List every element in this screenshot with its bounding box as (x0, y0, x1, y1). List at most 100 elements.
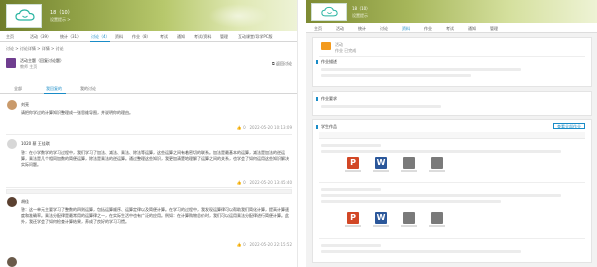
tab-activities[interactable]: 活动（39） (30, 34, 51, 40)
like-icon[interactable]: 👍 (237, 180, 242, 185)
right-panel: 18（10） 设置提示 主页 活动 统计 讨论 资料 作业 考试 通知 管理 活… (306, 0, 597, 267)
tab-homework[interactable]: 作业（8） (132, 34, 151, 40)
tab-notice[interactable]: 通知 (177, 34, 185, 40)
avatar[interactable] (7, 100, 17, 110)
filter-all[interactable]: 全部 (14, 86, 22, 92)
avatar[interactable] (7, 197, 17, 207)
file-name (401, 170, 417, 172)
text-placeholder (321, 150, 561, 153)
tab-exam[interactable]: 考试 (160, 34, 168, 40)
view-all-button[interactable]: 查看全部作业 (553, 123, 585, 129)
activity-meta: 作业 已完成 (335, 48, 357, 53)
post-author[interactable]: 1020 蔡 王佳琪 (21, 141, 50, 147)
image-icon (431, 212, 443, 224)
post-footer: 👍 0 2022-05-20 22:15:52 (237, 242, 292, 247)
discussion-filter-tabs: 全部 我回复的 我的讨论 (0, 83, 297, 94)
post-time: 2022-05-20 10:13:09 (249, 125, 292, 130)
course-logo[interactable] (311, 3, 347, 21)
divider (319, 238, 585, 239)
file-name (401, 225, 417, 227)
like-count: 0 (243, 242, 246, 247)
active-filter-indicator (44, 93, 66, 94)
course-nav-tabs: 主页 活动（39） 统计（31） 讨论（4） 资料 作业（8） 考试 通知 考试… (0, 31, 297, 42)
course-nav-tabs: 主页 活动 统计 讨论 资料 作业 考试 通知 管理 (306, 23, 597, 33)
course-logo[interactable] (6, 4, 42, 28)
divider (319, 182, 585, 183)
post-body: 答：这一单元主要学习了整数的四则运算，包括运算顺序、运算定律以及简便计算。在学习… (21, 207, 289, 224)
file-name (345, 170, 361, 172)
attachment-list: P W (345, 212, 545, 234)
filter-my-discussions[interactable]: 我的讨论 (80, 86, 96, 92)
post-time: 2022-05-20 22:15:52 (249, 242, 292, 247)
post-time: 2022-05-20 13:45:40 (249, 180, 292, 185)
image-icon (403, 157, 415, 169)
like-icon[interactable]: 👍 (237, 242, 242, 247)
text-placeholder (321, 250, 521, 253)
post-author[interactable]: 胡佳 (21, 199, 29, 205)
text-placeholder (321, 105, 441, 108)
like-icon[interactable]: 👍 (237, 125, 242, 130)
return-button-label: 返回讨论 (276, 61, 292, 66)
image-icon (431, 157, 443, 169)
tab-manage[interactable]: 管理 (220, 34, 228, 40)
tab-materials[interactable]: 资料 (115, 34, 123, 40)
tab-materials[interactable]: 资料 (402, 26, 410, 32)
image-file[interactable] (429, 157, 445, 175)
word-icon: W (375, 157, 387, 169)
ppt-file[interactable]: P (345, 212, 361, 230)
return-button[interactable]: ⧉ 返回讨论 (272, 61, 292, 67)
section-title: 作业描述 (316, 59, 337, 64)
tab-stats[interactable]: 统计（31） (60, 34, 81, 40)
discussion-post: 1020 蔡 王佳琪 答：在小学数学的学习过程中，我们学习了加法、减法、乘法、除… (6, 136, 292, 188)
course-settings-link[interactable]: 设置提示 (352, 13, 368, 19)
tab-notice[interactable]: 通知 (468, 26, 476, 32)
tab-exam-materials[interactable]: 考试/资料 (194, 34, 211, 40)
tab-discussion[interactable]: 讨论（4） (91, 34, 110, 40)
text-placeholder (321, 200, 501, 203)
course-settings-link[interactable]: 设置提示 > (50, 17, 71, 23)
doc-file[interactable]: W (373, 157, 389, 175)
tab-manage[interactable]: 管理 (490, 26, 498, 32)
file-name (373, 225, 389, 227)
filter-my-replies[interactable]: 我回复的 (46, 86, 62, 92)
student-works-card: 学生作品 查看全部作业 P W P W (312, 119, 592, 263)
course-banner: 18（10） 设置提示 > (0, 0, 297, 31)
file-name (429, 225, 445, 227)
avatar[interactable] (7, 139, 17, 149)
tab-homework[interactable]: 作业 (424, 26, 432, 32)
tab-home[interactable]: 主页 (314, 26, 322, 32)
like-count: 0 (243, 180, 246, 185)
breadcrumb[interactable]: 讨论 > 讨论详情 > 详情 > 讨论 (6, 46, 64, 52)
attachment-list: P W (345, 157, 545, 179)
file-name (345, 225, 361, 227)
cloud-icon (321, 6, 338, 17)
tab-stats[interactable]: 统计 (358, 26, 366, 32)
tab-exam[interactable]: 考试 (446, 26, 454, 32)
word-icon: W (375, 212, 387, 224)
student-name (321, 244, 381, 247)
post-author[interactable]: 刘亮 (21, 102, 29, 108)
avatar[interactable] (7, 257, 17, 267)
discussion-topic-meta: 教师 主页 (20, 64, 38, 69)
tab-interactive-class[interactable]: 互动课堂/导学PC版 (238, 34, 273, 40)
tab-discussion[interactable]: 讨论 (380, 26, 388, 32)
activity-badge (321, 42, 331, 50)
course-thumbnail (6, 58, 16, 68)
discussion-header: 活动主题（回复讨论题） 教师 主页 ⧉ 返回讨论 (6, 56, 292, 78)
doc-file[interactable]: W (373, 212, 389, 230)
ppt-file[interactable]: P (345, 157, 361, 175)
post-body: 答：在小学数学的学习过程中，我们学习了加法、减法、乘法、除法等运算，这些运算之间… (21, 150, 289, 167)
activity-card: 活动 作业 已完成 作业描述 (312, 37, 592, 87)
file-name (373, 170, 389, 172)
post-footer: 👍 0 2022-05-20 13:45:40 (237, 180, 292, 185)
image-file[interactable] (401, 212, 417, 230)
image-icon (403, 212, 415, 224)
image-file[interactable] (401, 157, 417, 175)
post-footer: 👍 0 2022-05-20 10:13:09 (237, 125, 292, 130)
tab-home[interactable]: 主页 (6, 34, 14, 40)
like-count: 0 (243, 125, 246, 130)
image-file[interactable] (429, 212, 445, 230)
course-title: 18（10） (352, 6, 371, 11)
tab-activities[interactable]: 活动 (336, 26, 344, 32)
post-body: 请把你学过的计算知识整理成一张思维导图，并说明你的理由。 (21, 110, 133, 115)
